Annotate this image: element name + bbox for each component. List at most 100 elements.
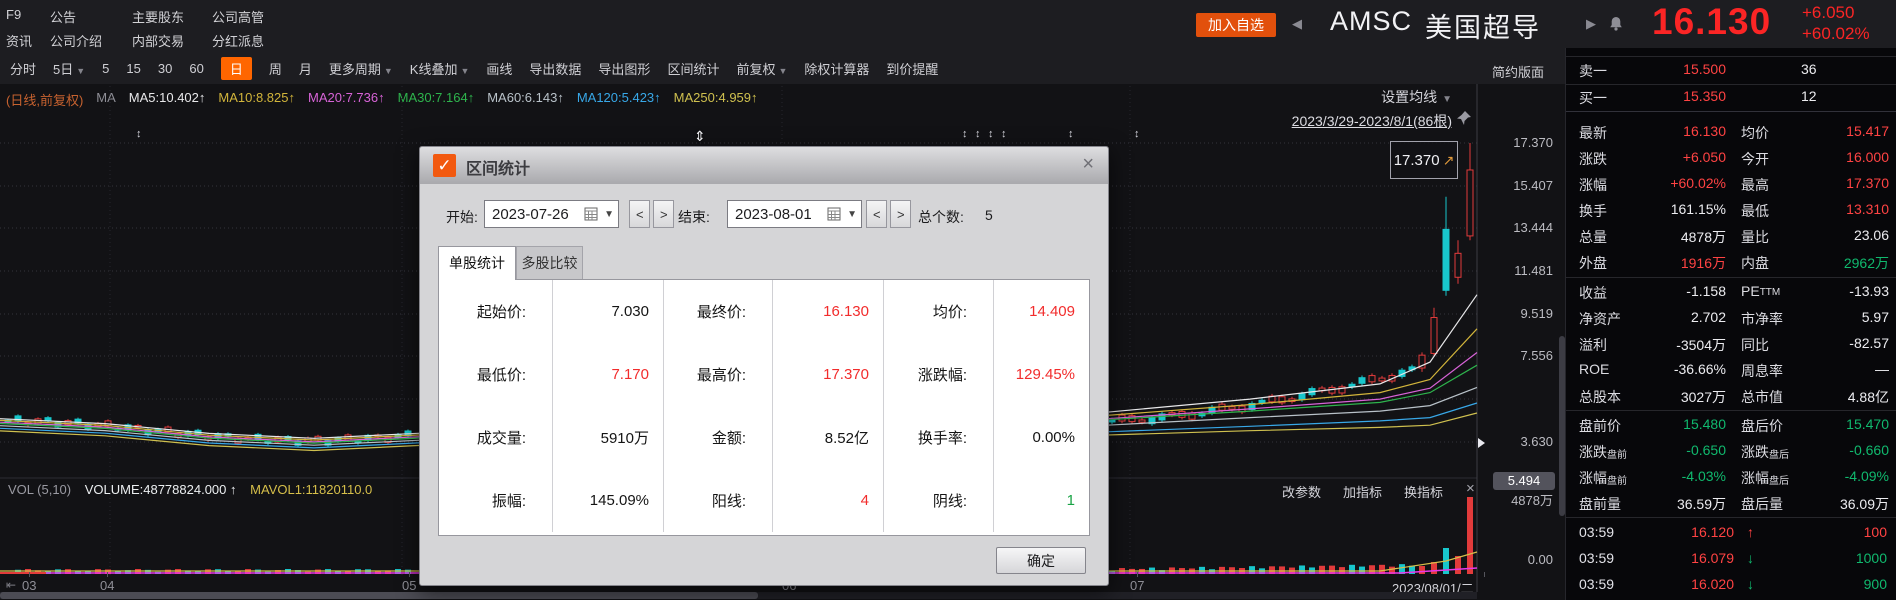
close-indicator-icon[interactable]: × [1466,480,1475,497]
interval-statistics-dialog: ✓ 区间统计 × 开始: 2023-07-26 ▼ < > 结束: 2023-0… [419,146,1109,586]
event-marker-icon[interactable]: ↕ [988,128,994,140]
time-axis-label: 04 [100,578,114,593]
scroll-to-start-icon[interactable]: ⇤ [6,578,16,592]
start-date-prev-button[interactable]: < [629,200,650,228]
toolbar-item-15[interactable]: 15 [126,61,140,76]
quote-value: 36.09万 [1840,494,1889,514]
stat-label: 换手率: [884,406,994,469]
dialog-titlebar[interactable]: ✓ 区间统计 × [420,147,1108,184]
event-marker-icon[interactable]: ↕ [962,128,968,140]
quote-label: 盘后量 [1741,494,1783,514]
toolbar-item-5[interactable]: 5 [102,61,109,76]
stat-value: 145.09% [553,469,664,532]
toolbar-item-5日[interactable]: 5日▼ [53,59,85,78]
toolbar-item-30[interactable]: 30 [158,61,172,76]
quote-label: 最高 [1741,175,1769,195]
toolbar-item-导出图形[interactable]: 导出图形 [598,59,650,78]
toolbar-item-区间统计[interactable]: 区间统计 [667,59,719,78]
pin-icon[interactable] [1456,110,1472,126]
chevron-down-icon[interactable]: ▼ [604,209,614,220]
toolbar-item-画线[interactable]: 画线 [486,59,512,78]
event-marker-icon[interactable]: ↕ [1068,128,1074,140]
axis-tick [409,572,410,577]
nav-item-row2[interactable]: 公司介绍 [50,31,102,50]
toolbar-item-日[interactable]: 日 [221,57,252,80]
tape-qty: 900 [1864,576,1887,592]
tape-direction-icon: ↓ [1747,550,1754,566]
next-stock-icon[interactable]: ▶ [1586,16,1596,32]
nav-item-row2[interactable]: 内部交易 [132,31,184,50]
toolbar-item-月[interactable]: 月 [299,59,312,78]
calendar-icon[interactable] [827,207,841,224]
date-range-link[interactable]: 2023/3/29-2023/8/1(86根) [1200,111,1452,131]
event-marker-icon[interactable]: ↕ [136,128,142,140]
quote-value: 17.370 [1846,175,1889,191]
quote-label: 外盘 [1579,253,1607,273]
toolbar-item-前复权[interactable]: 前复权▼ [736,59,787,78]
dialog-close-icon[interactable]: × [1082,153,1094,176]
stat-label: 均价: [884,280,994,343]
nav-item-row1[interactable]: F9 [6,7,21,22]
tape-price: 16.120 [1691,524,1734,540]
nav-item-row1[interactable]: 公告 [50,7,76,26]
tape-time: 03:59 [1579,524,1614,540]
end-date-prev-button[interactable]: < [866,200,887,228]
time-axis-label: 03 [22,578,36,593]
dialog-check-icon: ✓ [433,154,456,177]
toolbar-item-K线叠加[interactable]: K线叠加▼ [410,59,470,78]
price-axis-label: 15.407 [1483,178,1553,193]
stat-value: 0.00% [994,406,1089,469]
quote-label: 盘前价 [1579,416,1621,436]
quote-label: 涨跌 [1579,149,1607,169]
stat-label: 振幅: [439,469,553,532]
ok-button[interactable]: 确定 [996,547,1086,574]
event-marker-icon[interactable]: ↕ [1134,128,1140,140]
indicator-action-加指标[interactable]: 加指标 [1343,482,1382,501]
indicator-action-换指标[interactable]: 换指标 [1404,482,1443,501]
toolbar-item-更多周期[interactable]: 更多周期▼ [329,59,393,78]
tab-多股比较[interactable]: 多股比较 [516,246,583,280]
end-date-input[interactable]: 2023-08-01 ▼ [727,200,862,228]
toolbar-item-到价提醒[interactable]: 到价提醒 [886,59,938,78]
calendar-icon[interactable] [584,207,598,224]
chevron-down-icon[interactable]: ▼ [847,209,857,220]
tape-row: 03:59 16.079 ↓ 1000 [1566,546,1896,572]
event-marker-icon[interactable]: ↕ [1001,128,1007,140]
quote-value: 16.000 [1846,149,1889,165]
quote-label: 均价 [1741,123,1769,143]
toolbar-item-分时[interactable]: 分时 [10,59,36,78]
tab-单股统计[interactable]: 单股统计 [438,246,516,280]
toolbar-item-周[interactable]: 周 [269,59,282,78]
add-watchlist-button[interactable]: 加入自选 [1196,13,1276,37]
nav-item-row1[interactable]: 主要股东 [132,7,184,26]
alert-bell-icon[interactable] [1608,16,1624,32]
stat-label: 最终价: [664,280,773,343]
quote-row: 涨幅盘前 -4.03% 涨幅盘后 -4.09% [1566,464,1896,490]
nav-item-row1[interactable]: 公司高管 [212,7,264,26]
quote-label: 涨幅盘前 [1579,468,1607,488]
stat-label: 阴线: [884,469,994,532]
quote-value: 3027万 [1681,387,1726,407]
indicator-action-改参数[interactable]: 改参数 [1282,482,1321,501]
quote-label: 盘前量 [1579,494,1621,514]
prev-stock-icon[interactable]: ◀ [1292,16,1302,32]
chart-scrollbar[interactable] [0,592,1477,599]
event-marker-icon[interactable]: ↕ [975,128,981,140]
nav-item-row2[interactable]: 资讯 [6,31,32,50]
tape-direction-icon: ↑ [1747,524,1754,540]
count-value: 5 [985,207,993,223]
scrollbar-thumb[interactable] [0,592,758,599]
ma-settings-link[interactable]: 设置均线▼ [1320,87,1452,107]
nav-item-row2[interactable]: 分红派息 [212,31,264,50]
start-date-next-button[interactable]: > [653,200,674,228]
toolbar-item-60[interactable]: 60 [189,61,203,76]
quote-value: 2.702 [1691,309,1726,325]
statistics-table: 起始价:7.030最终价:16.130均价:14.409最低价:7.170最高价… [438,279,1090,536]
stat-label: 最低价: [439,343,553,406]
quote-label: PETTM [1741,283,1760,299]
simple-layout-button[interactable]: 简约版面 [1492,62,1544,81]
toolbar-item-导出数据[interactable]: 导出数据 [529,59,581,78]
end-date-next-button[interactable]: > [890,200,911,228]
start-date-input[interactable]: 2023-07-26 ▼ [484,200,619,228]
toolbar-item-除权计算器[interactable]: 除权计算器 [804,59,869,78]
